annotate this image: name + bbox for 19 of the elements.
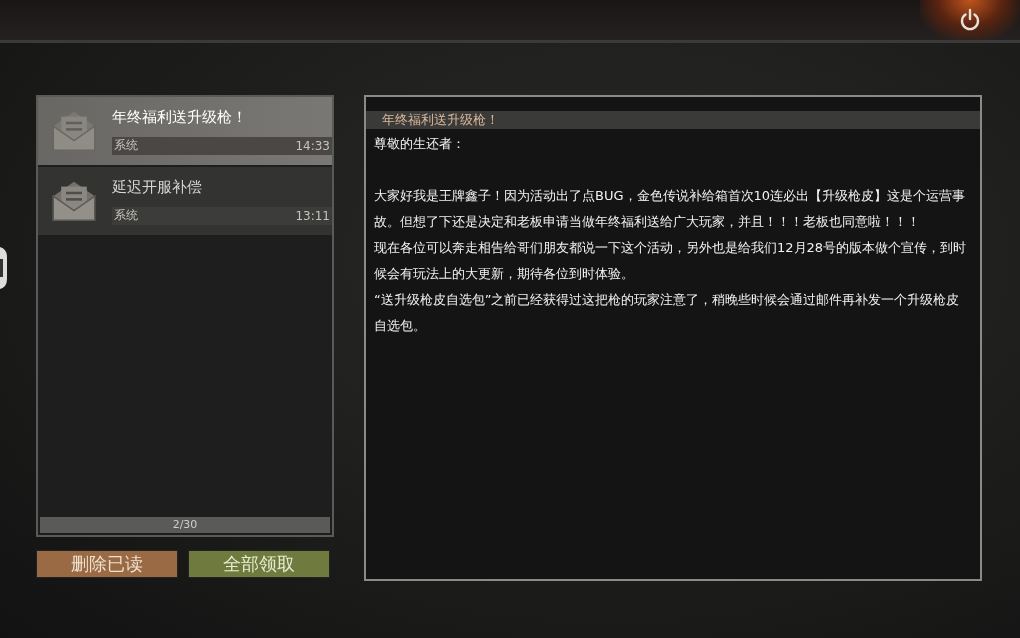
mail-sender: 系统 [114, 207, 138, 224]
delete-read-button[interactable]: 删除已读 [36, 550, 178, 578]
mail-time: 13:11 [295, 208, 330, 223]
edge-tab-icon[interactable] [0, 245, 8, 291]
message-paragraph: “送升级枪皮自选包”之前已经获得过这把枪的玩家注意了，稍晚些时候会通过邮件再补发一个升级枪皮自选包。 [374, 291, 961, 335]
message-title: 年终福利送升级枪！ [366, 111, 980, 129]
page-counter: 2/30 [40, 517, 330, 533]
mail-item[interactable]: 年终福利送升级枪！ 系统 14:33 [38, 97, 332, 165]
mail-title: 年终福利送升级枪！ [112, 107, 248, 127]
power-icon [958, 8, 982, 32]
mail-sender: 系统 [114, 137, 138, 154]
message-paragraph: 大家好我是王牌鑫子！因为活动出了点BUG，金色传说补给箱首次10连必出【升级枪皮】这是个运营事故。但想了下还是决定和老板申请当做年终福利送给广大玩家，并且！！！老板也同意啦！！！ [374, 187, 967, 231]
mail-time: 14:33 [295, 138, 330, 153]
mail-title: 延迟开服补偿 [112, 177, 203, 197]
mail-item[interactable]: 延迟开服补偿 系统 13:11 [38, 167, 332, 235]
message-greeting: 尊敬的生还者： [374, 135, 466, 153]
claim-all-button[interactable]: 全部领取 [188, 550, 330, 578]
message-paragraph: 现在各位可以奔走相告给哥们朋友都说一下这个活动，另外也是给我们12月28号的版本做个宣传，到时候会有玩法上的大更新，期待各位到时体验。 [374, 239, 968, 283]
power-button[interactable] [920, 0, 1020, 40]
